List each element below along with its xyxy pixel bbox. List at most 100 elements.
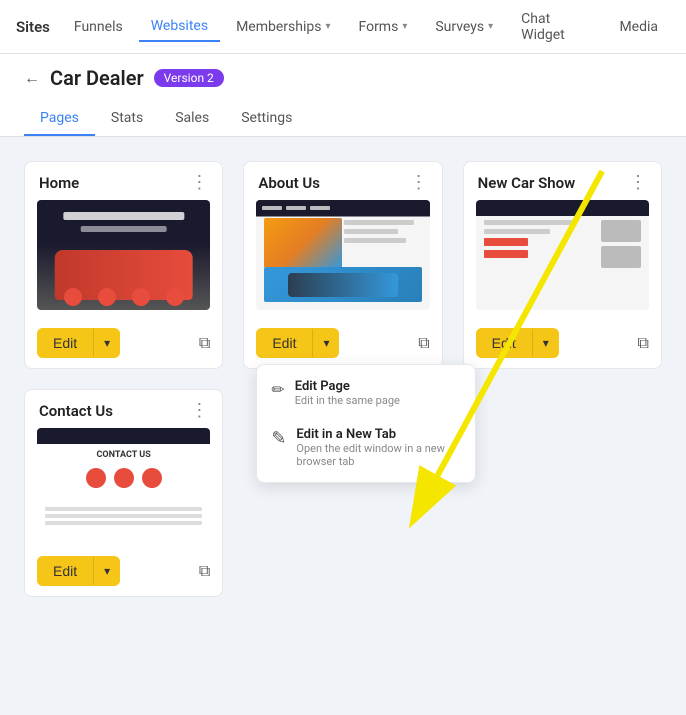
tc-line-2 bbox=[45, 514, 202, 518]
t-line-2 bbox=[344, 229, 399, 234]
thumb-contact-lines bbox=[45, 507, 202, 528]
tc-dot-2 bbox=[114, 468, 134, 488]
version-badge: Version 2 bbox=[154, 69, 224, 87]
surveys-chevron: ▾ bbox=[488, 21, 493, 32]
edit-tab-title: Edit in a New Tab bbox=[296, 427, 461, 442]
thumbnail-new-car-show bbox=[476, 200, 649, 310]
edit-btn-group-home: Edit ▾ bbox=[37, 328, 120, 358]
page-card-new-car-show: New Car Show ⋮ bbox=[463, 161, 662, 369]
edit-dropdown-menu: ✏ Edit Page Edit in the same page ✎ Edit… bbox=[256, 364, 476, 483]
three-dots-home[interactable]: ⋮ bbox=[190, 174, 208, 192]
nav-chat-widget[interactable]: Chat Widget bbox=[509, 5, 603, 49]
thumb-nc-text bbox=[484, 220, 595, 302]
nav-memberships[interactable]: Memberships ▾ bbox=[224, 13, 342, 41]
back-button[interactable]: ← bbox=[24, 68, 40, 88]
edit-btn-group-about-us: Edit ▾ bbox=[256, 328, 339, 358]
nav-websites[interactable]: Websites bbox=[139, 12, 220, 42]
edit-btn-group-new-car-show: Edit ▾ bbox=[476, 328, 559, 358]
edit-page-subtitle: Edit in the same page bbox=[295, 394, 400, 407]
thumb-text-home bbox=[63, 212, 184, 220]
thumb-icon-4 bbox=[166, 288, 184, 306]
thumb-nc-imgs bbox=[601, 220, 641, 302]
nc-line-1 bbox=[484, 220, 573, 225]
edit-button-home[interactable]: Edit bbox=[37, 328, 93, 358]
nav-funnels[interactable]: Funnels bbox=[62, 13, 135, 41]
thumb-nc-nav bbox=[476, 200, 649, 216]
card-header-home: Home ⋮ bbox=[25, 162, 222, 200]
memberships-chevron: ▾ bbox=[325, 21, 330, 32]
thumb-car-about bbox=[288, 273, 398, 297]
thumb-nav-d3 bbox=[310, 206, 330, 210]
thumb-icon-3 bbox=[132, 288, 150, 306]
external-link-home[interactable]: ⧉ bbox=[199, 333, 210, 353]
edit-page-title: Edit Page bbox=[295, 379, 400, 394]
nc-line-2 bbox=[484, 229, 551, 234]
page-card-contact-us: Contact Us ⋮ CONTACT US bbox=[24, 389, 223, 597]
nav-surveys[interactable]: Surveys ▾ bbox=[423, 13, 505, 41]
edit-tab-text: Edit in a New Tab Open the edit window i… bbox=[296, 427, 461, 468]
card-footer-new-car-show: Edit ▾ ⧉ bbox=[464, 318, 661, 368]
main-content: Home ⋮ Edit bbox=[0, 137, 686, 708]
card-title-about-us: About Us bbox=[258, 174, 320, 192]
edit-chevron-home[interactable]: ▾ bbox=[93, 329, 120, 357]
thumbnail-home bbox=[37, 200, 210, 310]
pages-grid: Home ⋮ Edit bbox=[24, 161, 662, 597]
thumb-icon-2 bbox=[98, 288, 116, 306]
edit-button-contact-us[interactable]: Edit bbox=[37, 556, 93, 586]
edit-page-icon: ✏ bbox=[271, 380, 284, 399]
external-link-about-us[interactable]: ⧉ bbox=[418, 333, 429, 353]
breadcrumb: ← Car Dealer Version 2 bbox=[24, 66, 662, 90]
page-card-about-us: About Us ⋮ bbox=[243, 161, 442, 369]
forms-chevron: ▾ bbox=[402, 21, 407, 32]
sub-tabs: Pages Stats Sales Settings bbox=[24, 102, 662, 136]
thumb-img-about bbox=[264, 218, 342, 268]
thumb-img2-about bbox=[264, 267, 421, 302]
tab-pages[interactable]: Pages bbox=[24, 102, 95, 136]
tc-dot-3 bbox=[142, 468, 162, 488]
tab-stats[interactable]: Stats bbox=[95, 102, 159, 136]
thumb-lines-about bbox=[344, 220, 422, 247]
nav-media[interactable]: Media bbox=[607, 13, 670, 41]
thumbnail-contact-us: CONTACT US bbox=[37, 428, 210, 538]
sites-label: Sites bbox=[16, 18, 50, 36]
edit-tab-subtitle: Open the edit window in a new browser ta… bbox=[296, 442, 461, 468]
edit-button-new-car-show[interactable]: Edit bbox=[476, 328, 532, 358]
three-dots-about-us[interactable]: ⋮ bbox=[410, 174, 428, 192]
thumb-nav-d1 bbox=[262, 206, 282, 210]
thumb-nav-d2 bbox=[286, 206, 306, 210]
dropdown-item-edit-page[interactable]: ✏ Edit Page Edit in the same page bbox=[257, 369, 475, 417]
t-line-3 bbox=[344, 238, 406, 243]
pages-area: Home ⋮ Edit bbox=[24, 161, 662, 597]
nav-forms[interactable]: Forms ▾ bbox=[346, 13, 419, 41]
three-dots-contact-us[interactable]: ⋮ bbox=[190, 402, 208, 420]
thumb-icons-home bbox=[64, 288, 184, 306]
thumb-contact-nav bbox=[37, 428, 210, 444]
card-footer-contact-us: Edit ▾ ⧉ bbox=[25, 546, 222, 596]
three-dots-new-car-show[interactable]: ⋮ bbox=[629, 174, 647, 192]
card-header-about-us: About Us ⋮ bbox=[244, 162, 441, 200]
tc-dot-1 bbox=[86, 468, 106, 488]
page-card-home: Home ⋮ Edit bbox=[24, 161, 223, 369]
card-footer-home: Edit ▾ ⧉ bbox=[25, 318, 222, 368]
dropdown-item-edit-tab[interactable]: ✎ Edit in a New Tab Open the edit window… bbox=[257, 417, 475, 478]
tab-settings[interactable]: Settings bbox=[225, 102, 308, 136]
t-line-1 bbox=[344, 220, 414, 225]
edit-tab-icon: ✎ bbox=[271, 428, 286, 449]
card-title-home: Home bbox=[39, 174, 79, 192]
edit-button-about-us[interactable]: Edit bbox=[256, 328, 312, 358]
card-title-new-car-show: New Car Show bbox=[478, 174, 576, 192]
tc-line-3 bbox=[45, 521, 202, 525]
external-link-contact-us[interactable]: ⧉ bbox=[199, 561, 210, 581]
edit-btn-group-contact-us: Edit ▾ bbox=[37, 556, 120, 586]
external-link-new-car-show[interactable]: ⧉ bbox=[638, 333, 649, 353]
edit-page-text: Edit Page Edit in the same page bbox=[295, 379, 400, 407]
nc-img-2 bbox=[601, 246, 641, 268]
tab-sales[interactable]: Sales bbox=[159, 102, 225, 136]
edit-chevron-new-car-show[interactable]: ▾ bbox=[532, 329, 559, 357]
card-footer-about-us: Edit ▾ ⧉ ✏ Edit Page Edit in the same pa… bbox=[244, 318, 441, 368]
nc-line-3 bbox=[484, 238, 529, 246]
thumb-icon-1 bbox=[64, 288, 82, 306]
edit-chevron-about-us[interactable]: ▾ bbox=[312, 329, 339, 357]
page-title: Car Dealer bbox=[50, 66, 144, 90]
edit-chevron-contact-us[interactable]: ▾ bbox=[93, 557, 120, 585]
